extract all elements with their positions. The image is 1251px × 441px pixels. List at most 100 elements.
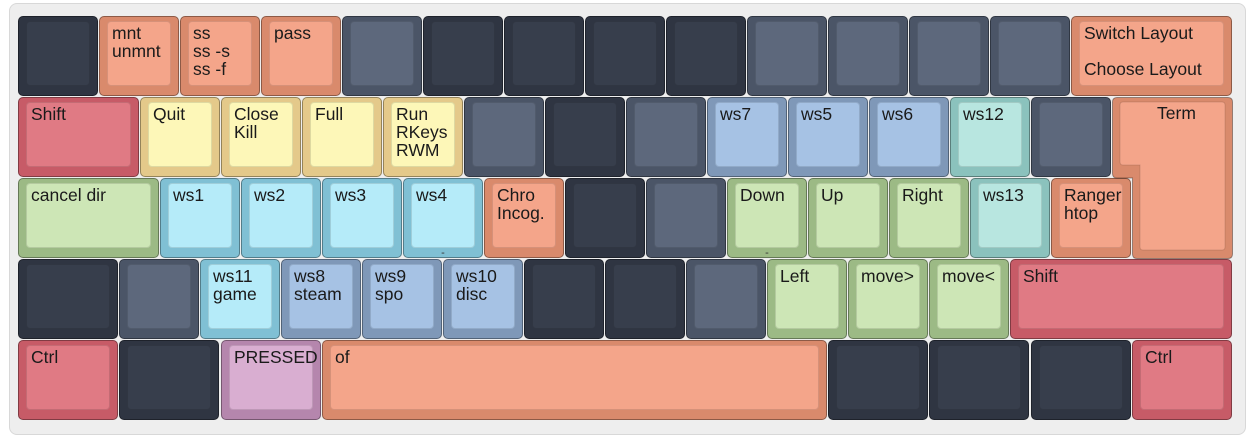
key-down[interactable]: Down - <box>727 178 807 258</box>
key-r2-13[interactable] <box>1031 97 1111 177</box>
key-r1-8[interactable] <box>585 16 665 96</box>
key-label: Up <box>821 185 844 205</box>
key-ws13[interactable]: ws13 <box>970 178 1050 258</box>
key-label: ws7 <box>720 104 752 124</box>
keycap-top <box>836 21 900 86</box>
key-close[interactable]: Close Kill <box>221 97 301 177</box>
key-r2-6[interactable] <box>464 97 544 177</box>
key-r1-13[interactable] <box>990 16 1070 96</box>
key-ws11[interactable]: ws11 game <box>200 259 280 339</box>
keycap-top <box>472 102 536 167</box>
key-ws6[interactable]: ws6 <box>869 97 949 177</box>
key-run[interactable]: Run RKeys RWM <box>383 97 463 177</box>
key-r5-6[interactable] <box>929 340 1029 420</box>
key-ws2[interactable]: ws2 <box>241 178 321 258</box>
key-label: ws3 <box>335 185 367 205</box>
keycap-top <box>553 102 617 167</box>
key-r4-9[interactable] <box>686 259 766 339</box>
key-r5-5[interactable] <box>828 340 928 420</box>
key-label: ws5 <box>801 104 833 124</box>
key-ws9[interactable]: ws9 spo <box>362 259 442 339</box>
keycap-top <box>654 183 718 248</box>
key-ws5[interactable]: ws5 <box>788 97 868 177</box>
key-move-left[interactable]: move< <box>929 259 1009 339</box>
key-label: Down <box>740 185 785 205</box>
key-r3-7[interactable] <box>565 178 645 258</box>
keycap-top <box>26 264 110 329</box>
key-ctrl-left[interactable]: Ctrl <box>18 340 118 420</box>
key-of[interactable]: of <box>322 340 827 420</box>
key-label: PRESSED <box>234 347 318 367</box>
keycap-top <box>1039 345 1123 410</box>
key-r1-11[interactable] <box>828 16 908 96</box>
keycap-top <box>350 21 414 86</box>
key-label: Shift <box>1023 266 1059 286</box>
key-shift-left[interactable]: Shift <box>18 97 139 177</box>
key-r1-6[interactable] <box>423 16 503 96</box>
key-r5-2[interactable] <box>119 340 219 420</box>
key-ss[interactable]: ss ss -s ss -f <box>180 16 260 96</box>
key-cancel-dir[interactable]: cancel dir <box>18 178 159 258</box>
keycap-top <box>127 264 191 329</box>
key-r1-5[interactable] <box>342 16 422 96</box>
keycap-top <box>127 345 211 410</box>
key-label: pass <box>274 23 311 43</box>
key-r1-10[interactable] <box>747 16 827 96</box>
key-r2-7[interactable] <box>545 97 625 177</box>
keycap-top <box>532 264 596 329</box>
key-label: ws8 steam <box>294 266 342 304</box>
key-r3-8[interactable] <box>646 178 726 258</box>
key-r1-9[interactable] <box>666 16 746 96</box>
key-mnt[interactable]: mnt unmnt <box>99 16 179 96</box>
key-label: move> <box>861 266 915 286</box>
key-r1-12[interactable] <box>909 16 989 96</box>
key-label: move< <box>942 266 996 286</box>
keycap-top <box>836 345 920 410</box>
keycap-top <box>674 21 738 86</box>
key-ws10[interactable]: ws10 disc <box>443 259 523 339</box>
keycap-top <box>634 102 698 167</box>
key-label: Switch Layout <box>1084 23 1193 43</box>
key-ws1[interactable]: ws1 <box>160 178 240 258</box>
key-r4-7[interactable] <box>524 259 604 339</box>
key-full[interactable]: Full <box>302 97 382 177</box>
key-ws4[interactable]: ws4 - <box>403 178 483 258</box>
key-ctrl-right[interactable]: Ctrl <box>1132 340 1232 420</box>
key-label: of <box>335 347 350 367</box>
keycap-top <box>613 264 677 329</box>
key-chro[interactable]: Chro Incog. <box>484 178 564 258</box>
keycap-top <box>26 21 90 86</box>
key-r4-2[interactable] <box>119 259 199 339</box>
key-label: Chro Incog. <box>497 185 545 223</box>
key-ws8[interactable]: ws8 steam <box>281 259 361 339</box>
key-r4-8[interactable] <box>605 259 685 339</box>
keycap-top <box>937 345 1021 410</box>
key-label-secondary: Choose Layout <box>1084 59 1202 79</box>
key-pass[interactable]: pass <box>261 16 341 96</box>
key-label: ws10 disc <box>456 266 497 304</box>
key-move-right[interactable]: move> <box>848 259 928 339</box>
key-switch-layout[interactable]: Switch Layout Choose Layout <box>1071 16 1232 96</box>
key-ws3[interactable]: ws3 <box>322 178 402 258</box>
key-label: ws9 spo <box>375 266 407 304</box>
key-up[interactable]: Up <box>808 178 888 258</box>
key-r5-7[interactable] <box>1031 340 1131 420</box>
key-label: Shift <box>31 104 67 124</box>
keycap-top <box>694 264 758 329</box>
key-r1-1[interactable] <box>18 16 98 96</box>
keycap-top <box>998 21 1062 86</box>
key-label: Right <box>902 185 943 205</box>
key-r4-1[interactable] <box>18 259 118 339</box>
key-left[interactable]: Left <box>767 259 847 339</box>
key-term[interactable]: Term <box>1112 97 1233 259</box>
key-right[interactable]: Right <box>889 178 969 258</box>
key-ws12[interactable]: ws12 <box>950 97 1030 177</box>
keycap-top <box>593 21 657 86</box>
home-row-nub: - <box>765 247 769 258</box>
key-r1-7[interactable] <box>504 16 584 96</box>
key-shift-right[interactable]: Shift <box>1010 259 1232 339</box>
key-pressed[interactable]: PRESSED <box>221 340 321 420</box>
key-ws7[interactable]: ws7 <box>707 97 787 177</box>
key-quit[interactable]: Quit <box>140 97 220 177</box>
key-r2-8[interactable] <box>626 97 706 177</box>
